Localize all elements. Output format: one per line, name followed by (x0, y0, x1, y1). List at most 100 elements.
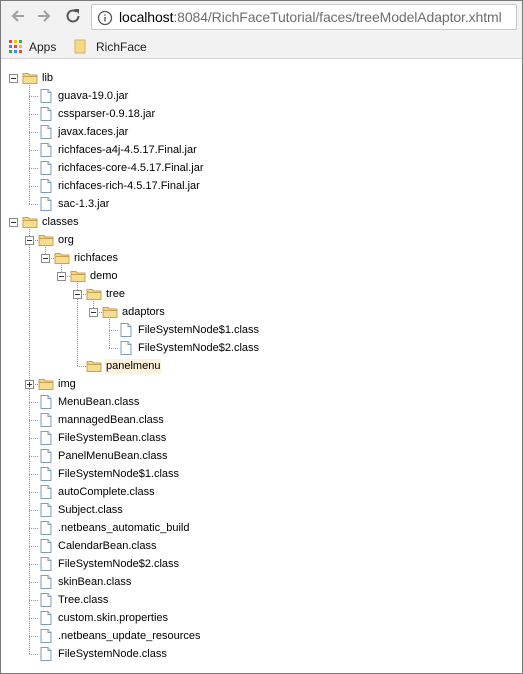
tree-node-label: FileSystemBean.class (58, 431, 167, 444)
file-icon (40, 125, 52, 139)
tree-file-node[interactable]: mannagedBean.class (38, 411, 165, 429)
tree-file-node[interactable]: .netbeans_automatic_build (38, 519, 190, 537)
tree-file-node[interactable]: richfaces-core-4.5.17.Final.jar (38, 159, 205, 177)
info-icon[interactable] (97, 10, 113, 26)
tree-connector-line (29, 546, 38, 547)
tree-file-node[interactable]: FileSystemNode$1.class (38, 465, 180, 483)
tree-connector-line (77, 366, 86, 367)
tree-node-label: img (58, 377, 76, 390)
tree-file-node[interactable]: autoComplete.class (38, 483, 156, 501)
tree-file-node[interactable]: FileSystemNode.class (38, 645, 168, 663)
tree-connector-line (29, 204, 38, 205)
forward-button[interactable] (33, 5, 55, 27)
tree-node-label: FileSystemNode.class (58, 647, 167, 660)
tree-node-label: richfaces-a4j-4.5.17.Final.jar (58, 143, 197, 156)
tree-file-node[interactable]: cssparser-0.9.18.jar (38, 105, 156, 123)
tree-connector-line (29, 420, 38, 421)
tree-file-node[interactable]: CalendarBean.class (38, 537, 157, 555)
tree-connector-line (29, 96, 38, 97)
tree-connector-line (29, 528, 38, 529)
tree-file-node[interactable]: FileSystemNode$2.class (38, 555, 180, 573)
tree-folder-node[interactable]: demo (57, 267, 119, 285)
tree-file-node[interactable]: MenuBean.class (38, 393, 140, 411)
tree-node-label: richfaces-core-4.5.17.Final.jar (58, 161, 204, 174)
file-icon (40, 467, 52, 481)
tree-connector-line (29, 186, 38, 187)
file-icon (40, 143, 52, 157)
url-path: :8084/RichFaceTutorial/faces/treeModelAd… (173, 9, 502, 25)
folder-icon (86, 361, 102, 372)
collapse-toggle-icon[interactable] (57, 271, 66, 281)
tree-folder-node[interactable]: img (25, 375, 77, 393)
tree-file-node[interactable]: guava-19.0.jar (38, 87, 129, 105)
tree-node-label: .netbeans_update_resources (58, 629, 201, 642)
file-icon (40, 539, 52, 553)
file-icon (40, 503, 52, 517)
tree-connector-line (29, 654, 38, 655)
folder-icon (54, 253, 70, 264)
tree-node-label: PanelMenuBean.class (58, 449, 168, 462)
collapse-toggle-icon[interactable] (9, 217, 18, 227)
file-icon (40, 485, 52, 499)
tree-node-label: Tree.class (58, 593, 109, 606)
richface-bookmark[interactable]: RichFace (74, 38, 147, 55)
tree-node-label: richfaces-rich-4.5.17.Final.jar (58, 179, 200, 192)
tree-file-node[interactable]: FileSystemNode$1.class (118, 321, 260, 339)
tree-file-node[interactable]: richfaces-a4j-4.5.17.Final.jar (38, 141, 198, 159)
richface-label: RichFace (96, 39, 147, 54)
tree-file-node[interactable]: .netbeans_update_resources (38, 627, 202, 645)
collapse-toggle-icon[interactable] (73, 289, 82, 299)
tree-connector-line (29, 636, 38, 637)
expand-toggle-icon[interactable] (25, 379, 34, 389)
tree-file-node[interactable]: Subject.class (38, 501, 124, 519)
tree-file-node[interactable]: javax.faces.jar (38, 123, 129, 141)
tree-folder-node[interactable]: richfaces (41, 249, 119, 267)
address-bar[interactable]: localhost:8084/RichFaceTutorial/faces/tr… (91, 4, 517, 30)
tree-connector-line (29, 114, 38, 115)
apps-grid-icon (9, 40, 22, 53)
tree-file-node[interactable]: sac-1.3.jar (38, 195, 110, 213)
tree-node-label: richfaces (74, 251, 119, 264)
tree-node-label: MenuBean.class (58, 395, 140, 408)
tree-file-node[interactable]: FileSystemBean.class (38, 429, 167, 447)
tree-node-label: FileSystemNode$1.class (58, 467, 180, 480)
tree-connector-line (29, 438, 38, 439)
tree-folder-node[interactable]: tree (73, 285, 126, 303)
file-icon (40, 611, 52, 625)
back-button[interactable] (7, 5, 29, 27)
collapse-toggle-icon[interactable] (9, 73, 18, 83)
collapse-toggle-icon[interactable] (25, 235, 34, 245)
bookmark-folder-icon (74, 39, 86, 54)
reload-icon (66, 9, 80, 23)
tree-file-node[interactable]: FileSystemNode$2.class (118, 339, 260, 357)
tree-file-node[interactable]: custom.skin.properties (38, 609, 169, 627)
tree-folder-node[interactable]: org (25, 231, 75, 249)
tree-node-label: autoComplete.class (58, 485, 155, 498)
tree-connector-line (109, 319, 110, 348)
tree-file-node[interactable]: richfaces-rich-4.5.17.Final.jar (38, 177, 201, 195)
folder-icon (86, 289, 102, 300)
tree-node-label: javax.faces.jar (58, 125, 129, 138)
tree-folder-node[interactable]: classes (9, 213, 80, 231)
tree-file-node[interactable]: skinBean.class (38, 573, 132, 591)
apps-bookmark[interactable]: Apps (9, 38, 56, 55)
tree-folder-node[interactable]: panelmenu (86, 357, 162, 375)
folder-icon (70, 271, 86, 282)
reload-button[interactable] (62, 5, 84, 27)
forward-arrow-icon (38, 10, 51, 22)
file-icon (40, 89, 52, 103)
tree-node-label: guava-19.0.jar (58, 89, 129, 102)
file-icon (40, 629, 52, 643)
tree-node-label: .netbeans_automatic_build (58, 521, 190, 534)
tree-node-label: lib (42, 71, 54, 84)
tree-folder-node[interactable]: adaptors (89, 303, 166, 321)
tree-node-label: demo (90, 269, 118, 282)
tree-folder-node[interactable]: lib (9, 69, 54, 87)
tree-connector-line (29, 600, 38, 601)
tree-file-node[interactable]: PanelMenuBean.class (38, 447, 168, 465)
collapse-toggle-icon[interactable] (89, 307, 98, 317)
file-icon (40, 197, 52, 211)
file-icon (40, 431, 52, 445)
tree-file-node[interactable]: Tree.class (38, 591, 109, 609)
collapse-toggle-icon[interactable] (41, 253, 50, 263)
